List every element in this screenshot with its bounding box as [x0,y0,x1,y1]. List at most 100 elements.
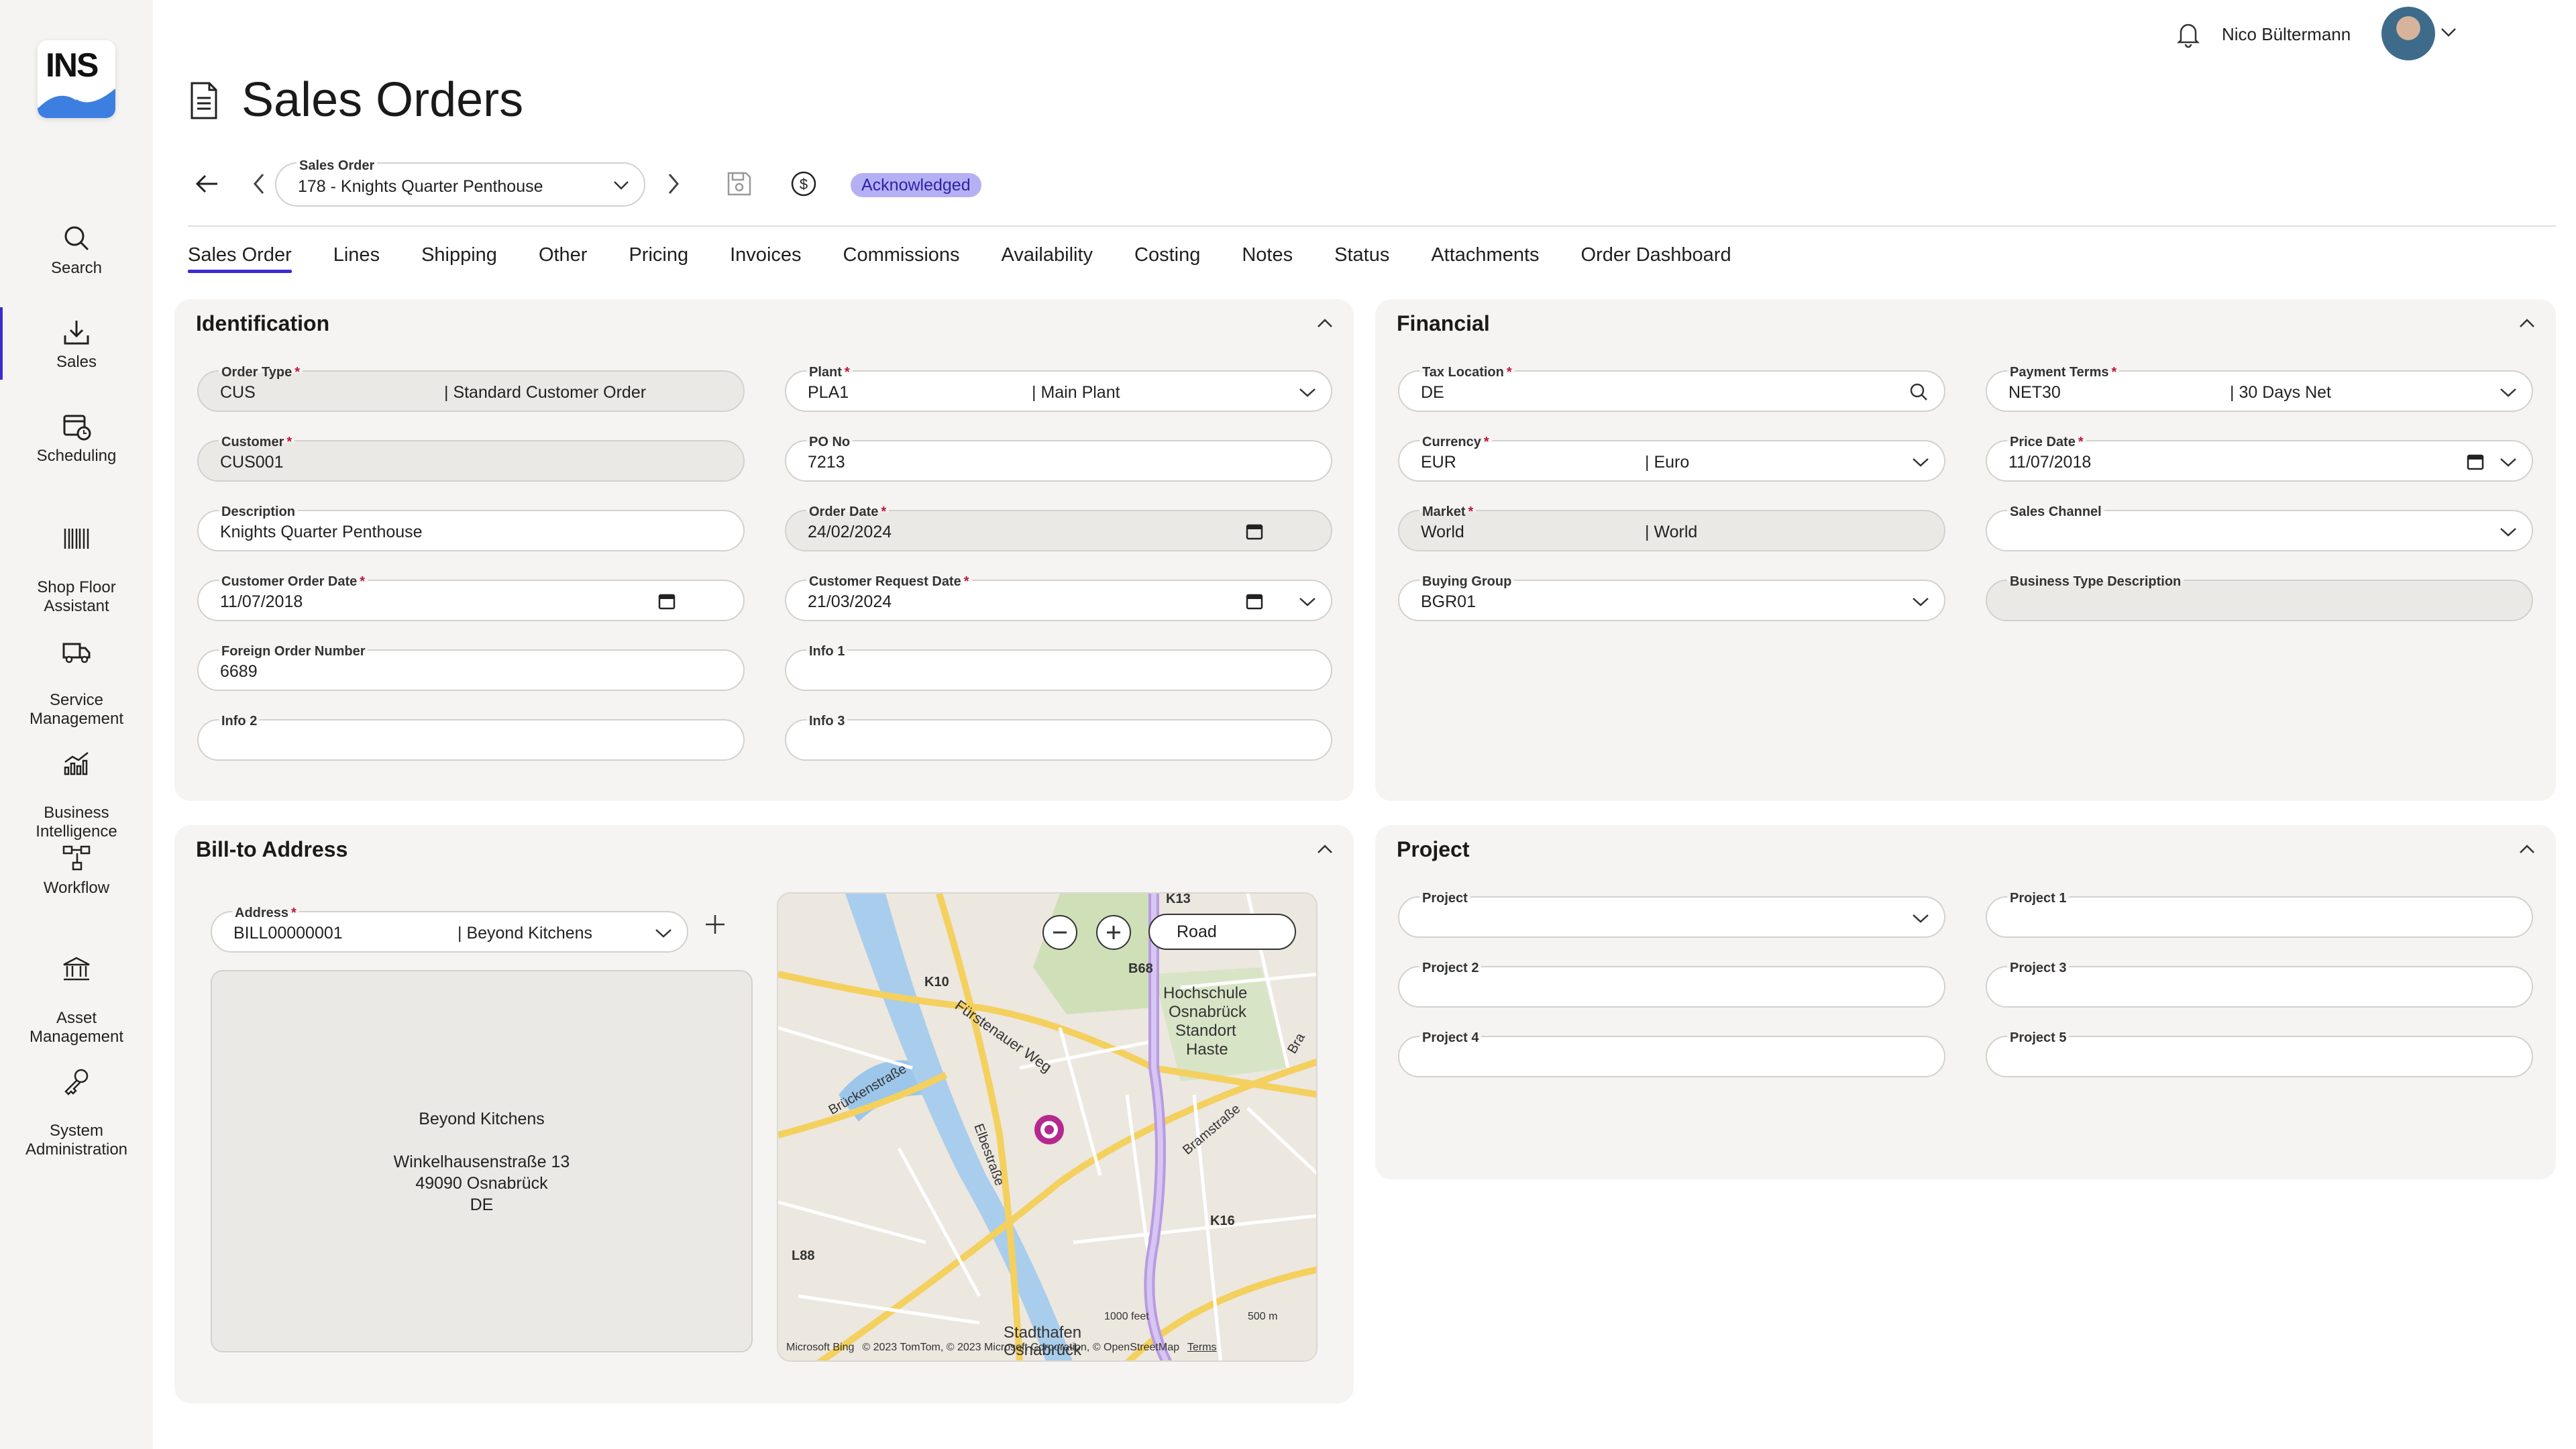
sales-channel-select[interactable]: Sales Channel [1986,504,2533,551]
tab-pricing[interactable]: Pricing [629,244,688,266]
field-value: Knights Quarter Penthouse [220,523,423,541]
chevron-up-icon[interactable] [1315,843,1335,856]
sidebar-item-label: Scheduling [36,447,117,465]
sidebar-item-service-management[interactable]: Service Management [0,616,153,729]
tab-notes[interactable]: Notes [1242,244,1293,266]
chevron-up-icon[interactable] [2517,843,2537,856]
sales-order-select[interactable]: Sales Order 178 - Knights Quarter Pentho… [275,158,645,207]
business-type-description-field[interactable]: Business Type Description [1986,574,2533,621]
order-date-field[interactable]: Order Date * 24/02/2024 [785,504,1332,551]
chevron-down-icon[interactable] [2498,455,2518,469]
chevron-down-icon [2500,528,2516,537]
tab-status[interactable]: Status [1334,244,1389,266]
tab-lines[interactable]: Lines [333,244,380,266]
po-no-field[interactable]: PO No 7213 [785,435,1332,482]
map-scale-meters: 500 m [1248,1311,1278,1322]
map-canvas[interactable]: K13 B68 K10 Hochschule Osnabrück Standor… [778,894,1318,1362]
tab-sales-order[interactable]: Sales Order [188,244,292,273]
address-city: 49090 Osnabrück [415,1174,548,1193]
search-icon[interactable] [1908,381,1929,402]
customer-field[interactable]: Customer * CUS001 [197,435,745,482]
chevron-down-icon[interactable] [2439,25,2458,39]
previous-record-icon[interactable] [244,169,274,199]
pricing-dollar-icon[interactable]: $ [789,169,818,199]
app-logo[interactable]: INS [38,40,115,118]
user-name[interactable]: Nico Bültermann [2222,24,2351,45]
tab-invoices[interactable]: Invoices [730,244,801,266]
info-1-field[interactable]: Info 1 [785,644,1332,691]
zoom-out-button[interactable] [1042,915,1077,950]
sidebar-item-scheduling[interactable]: Scheduling [0,409,153,466]
sales-order-label: Sales Order [297,158,378,174]
project-4-field[interactable]: Project 4 [1398,1030,1945,1077]
chevron-down-icon[interactable] [1297,595,1318,608]
currency-select[interactable]: Currency * EUR | Euro [1398,435,1945,482]
calendar-icon[interactable] [657,592,676,610]
zoom-in-button[interactable] [1096,915,1131,950]
field-label: Project 4 [1422,1030,1479,1045]
save-icon[interactable] [724,169,754,199]
field-label: Project 2 [1422,961,1479,975]
sidebar-item-system-administration[interactable]: System Administration [0,1046,153,1159]
sidebar-item-search[interactable]: Search [0,221,153,278]
address-select[interactable]: Address * BILL00000001 | Beyond Kitchens [211,906,688,953]
tab-commissions[interactable]: Commissions [843,244,960,266]
financial-panel: Financial Tax Location * DE Payment Terms… [1375,299,2556,801]
sidebar-item-sales[interactable]: Sales [0,307,153,380]
map-label: Hochschule [1163,984,1247,1002]
page-title: Sales Orders [241,73,524,127]
order-type-field[interactable]: Order Type * CUS | Standard Customer Orde… [197,365,745,412]
tab-attachments[interactable]: Attachments [1431,244,1539,266]
chevron-up-icon[interactable] [1315,317,1335,330]
avatar[interactable] [2381,7,2435,60]
panel-title: Bill-to Address [196,837,348,861]
address-map[interactable]: K13 B68 K10 Hochschule Osnabrück Standor… [777,892,1318,1362]
tax-location-field[interactable]: Tax Location * DE [1398,365,1945,412]
map-terms-link[interactable]: Terms [1187,1342,1217,1353]
chevron-up-icon[interactable] [2517,317,2537,330]
payment-terms-select[interactable]: Payment Terms * NET30 | 30 Days Net [1986,365,2533,412]
tab-order-dashboard[interactable]: Order Dashboard [1581,244,1731,266]
back-arrow-icon[interactable] [192,169,221,199]
search-icon [64,226,89,251]
tab-shipping[interactable]: Shipping [421,244,497,266]
buying-group-select[interactable]: Buying Group BGR01 [1398,574,1945,621]
project-select[interactable]: Project [1398,891,1945,938]
required-marker: * [291,906,297,920]
sidebar-item-shop-floor-assistant[interactable]: Shop Floor Assistant [0,503,153,616]
required-marker: * [294,365,301,380]
sidebar-item-workflow[interactable]: Workflow [0,841,153,898]
tab-availability[interactable]: Availability [1002,244,1093,266]
market-field[interactable]: Market * World | World [1398,504,1945,551]
info-3-field[interactable]: Info 3 [785,714,1332,761]
calendar-icon[interactable] [1245,592,1264,610]
calendar-icon[interactable] [1245,522,1264,541]
field-label: Payment Terms [2010,365,2109,380]
address-name: Beyond Kitchens [419,1110,545,1128]
field-value: PLA1 [808,383,849,402]
add-address-icon[interactable] [702,911,729,938]
project-2-field[interactable]: Project 2 [1398,961,1945,1008]
sidebar-item-asset-management[interactable]: Asset Management [0,934,153,1046]
calendar-clock-icon [63,415,91,441]
project-5-field[interactable]: Project 5 [1986,1030,2533,1077]
customer-order-date-field[interactable]: Customer Order Date * 11/07/2018 [197,574,745,621]
plant-select[interactable]: Plant * PLA1 | Main Plant [785,365,1332,412]
customer-request-date-field[interactable]: Customer Request Date * 21/03/2024 [785,574,1332,621]
map-style-select[interactable]: Road [1148,914,1296,950]
tab-costing[interactable]: Costing [1134,244,1200,266]
next-record-icon[interactable] [659,169,688,199]
foreign-order-number-field[interactable]: Foreign Order Number 6689 [197,644,745,691]
tab-other[interactable]: Other [539,244,588,266]
project-1-field[interactable]: Project 1 [1986,891,2533,938]
field-value: 21/03/2024 [808,592,892,611]
sidebar-item-business-intelligence[interactable]: Business Intelligence [0,729,153,841]
field-value: 7213 [808,453,845,472]
notifications-bell-icon[interactable] [2174,19,2203,48]
field-value: CUS [220,383,256,402]
info-2-field[interactable]: Info 2 [197,714,745,761]
price-date-field[interactable]: Price Date * 11/07/2018 [1986,435,2533,482]
description-field[interactable]: Description Knights Quarter Penthouse [197,504,745,551]
project-3-field[interactable]: Project 3 [1986,961,2533,1008]
calendar-icon[interactable] [2466,452,2485,471]
